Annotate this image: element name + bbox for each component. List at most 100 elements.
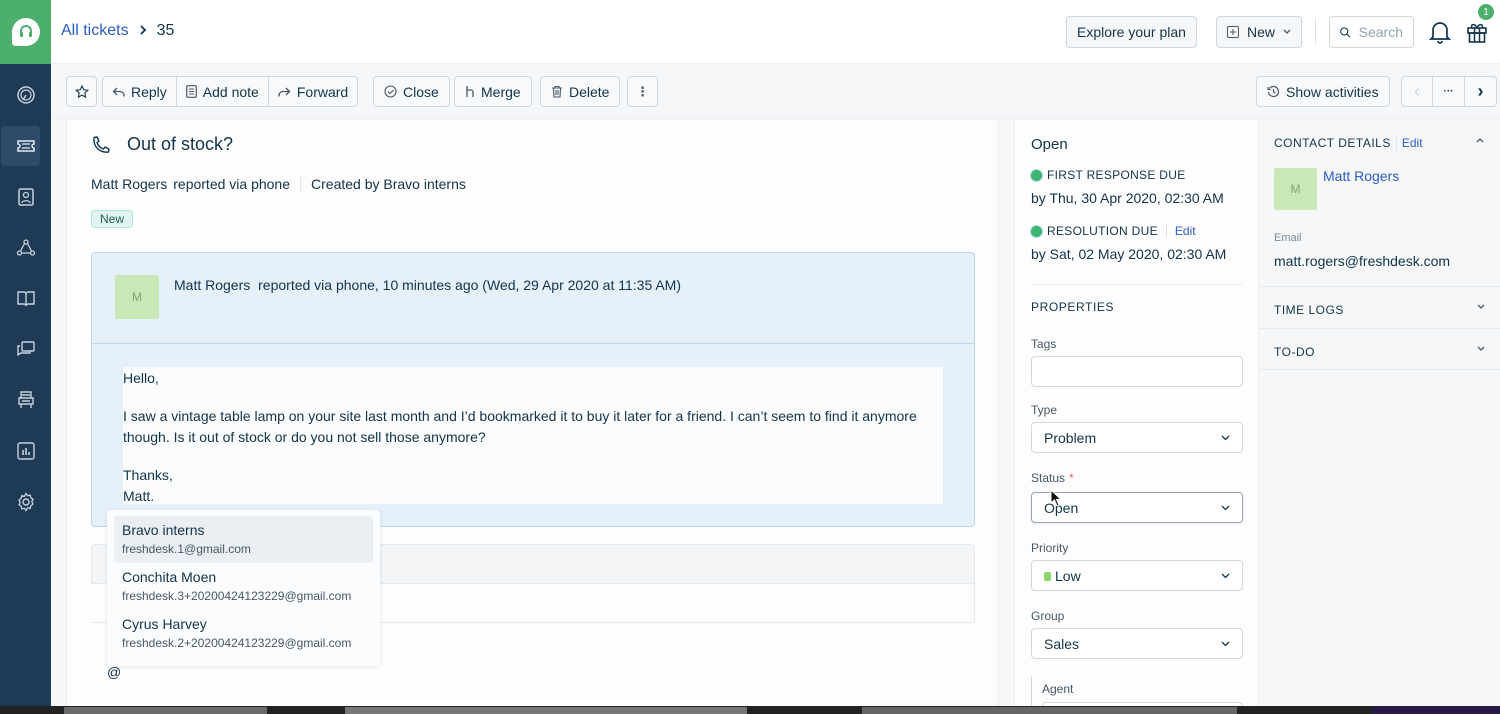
mention-option[interactable]: Conchita Moen freshdesk.3+20200424123229… (114, 563, 373, 610)
mention-suggestions-dropdown: Bravo interns freshdesk.1@gmail.com Conc… (107, 510, 380, 666)
type-value: Problem (1044, 429, 1097, 446)
close-label: Close (403, 83, 439, 100)
explore-plan-button[interactable]: Explore your plan (1066, 16, 1197, 48)
trash-icon (552, 85, 562, 98)
add-note-button[interactable]: Add note (177, 77, 269, 106)
mention-option[interactable]: Cyrus Harvey freshdesk.2+20200424123229@… (114, 610, 373, 657)
mention-option[interactable]: Bravo interns freshdesk.1@gmail.com (114, 516, 373, 563)
brand-logo[interactable] (0, 0, 51, 64)
chevron-down-icon (1221, 641, 1230, 646)
previous-ticket-button[interactable]: ‹ (1402, 77, 1433, 106)
taskbar-segment (64, 707, 267, 714)
type-label: Type (1031, 403, 1058, 417)
mention-option-name: Bravo interns (122, 522, 205, 538)
dashboard-icon (16, 86, 35, 104)
chevron-down-icon (1221, 505, 1230, 510)
requester-name[interactable]: Matt Rogers (91, 176, 167, 192)
social-icon (16, 239, 35, 256)
properties-panel: Open FIRST RESPONSE DUE by Thu, 30 Apr 2… (1014, 120, 1258, 714)
history-icon (1267, 86, 1280, 98)
breadcrumb-all-tickets-link[interactable]: All tickets (61, 22, 129, 40)
tags-input[interactable] (1031, 356, 1243, 387)
nav-forums[interactable] (0, 329, 51, 369)
nav-admin[interactable] (0, 380, 51, 420)
mention-option-name: Cyrus Harvey (122, 616, 207, 632)
gift-button[interactable] (1466, 20, 1488, 47)
priority-select[interactable]: Low (1031, 560, 1243, 591)
notifications-button[interactable] (1428, 20, 1452, 47)
first-response-sla: FIRST RESPONSE DUE (1031, 168, 1186, 182)
search-button[interactable]: Search (1329, 16, 1414, 48)
top-header: All tickets 35 Explore your plan New Sea… (51, 0, 1500, 64)
new-button[interactable]: New (1216, 16, 1303, 48)
contact-avatar: M (1274, 168, 1317, 210)
body-line: Thanks, (123, 467, 173, 483)
chevron-down-icon (1477, 302, 1485, 313)
settings-icon (17, 492, 34, 512)
reply-input[interactable]: @ (107, 664, 121, 680)
forward-button[interactable]: Forward (269, 77, 357, 106)
show-activities-button[interactable]: Show activities (1256, 76, 1390, 107)
search-icon (1340, 26, 1351, 37)
tags-label: Tags (1031, 337, 1057, 351)
note-icon (185, 85, 197, 98)
agent-label: Agent (1042, 682, 1074, 696)
reply-icon (112, 87, 125, 96)
time-logs-section[interactable]: TIME LOGS (1259, 286, 1500, 328)
nav-dashboard[interactable] (0, 75, 51, 115)
ticket-meta: Matt Rogers reported via phone Created b… (91, 176, 466, 192)
mouse-cursor-icon (1050, 488, 1063, 510)
resolution-edit-link[interactable]: Edit (1165, 224, 1196, 238)
next-ticket-button[interactable]: › (1465, 77, 1496, 106)
add-note-label: Add note (202, 83, 259, 100)
conversation-header: M Matt Rogers reported via phone, 10 min… (92, 253, 974, 344)
nav-reports[interactable] (0, 431, 51, 471)
nav-knowledge-base[interactable] (0, 279, 51, 319)
nav-tickets[interactable] (0, 126, 51, 166)
status-select[interactable]: Open (1031, 492, 1243, 523)
taskbar-segment (345, 707, 747, 714)
contact-edit-link[interactable]: Edit (1395, 136, 1423, 150)
ellipsis-icon: ··· (1443, 86, 1454, 97)
more-actions-button[interactable]: ⋮ (627, 76, 658, 107)
breadcrumb-ticket-id: 35 (156, 22, 175, 39)
bell-icon (1428, 22, 1452, 44)
first-response-label: FIRST RESPONSE DUE (1047, 168, 1186, 182)
delete-label: Delete (569, 83, 610, 100)
explore-plan-label: Explore your plan (1077, 24, 1186, 40)
ticket-list-button[interactable]: ··· (1433, 77, 1465, 106)
star-button[interactable] (66, 76, 97, 107)
type-select[interactable]: Problem (1031, 422, 1243, 453)
ticket-subject: Out of stock? (127, 134, 234, 154)
merge-button[interactable]: Merge (454, 76, 532, 107)
time-logs-title: TIME LOGS (1274, 303, 1344, 317)
nav-contacts[interactable] (0, 177, 51, 217)
resolution-date: by Sat, 02 May 2020, 02:30 AM (1031, 246, 1227, 262)
collapse-contact-button[interactable] (1476, 135, 1484, 146)
close-button[interactable]: Close (373, 76, 450, 107)
contact-name-link[interactable]: Matt Rogers (1323, 168, 1399, 184)
meta-divider (300, 176, 302, 192)
priority-value: Low (1055, 567, 1081, 584)
reply-label: Reply (131, 83, 167, 100)
merge-label: Merge (481, 83, 521, 100)
properties-heading: PROPERTIES (1031, 300, 1115, 314)
reply-button[interactable]: Reply (103, 77, 177, 106)
knowledge-base-icon (16, 291, 35, 307)
conversation-author[interactable]: Matt Rogers (174, 277, 250, 293)
chevron-up-icon (1476, 138, 1484, 143)
status-label: Status * (1031, 471, 1074, 485)
group-select[interactable]: Sales (1031, 628, 1243, 659)
header-divider (1315, 18, 1316, 44)
resolution-sla: RESOLUTION DUE Edit (1031, 224, 1196, 238)
ticket-source: reported via phone (173, 176, 291, 192)
more-vertical-icon: ⋮ (636, 83, 649, 99)
priority-label: Priority (1031, 541, 1069, 555)
delete-button[interactable]: Delete (540, 76, 621, 107)
nav-social[interactable] (0, 228, 51, 268)
mention-option-email: freshdesk.1@gmail.com (122, 542, 251, 556)
reply-action-group: Reply Add note Forward (102, 76, 359, 107)
priority-value-wrap: Low (1044, 568, 1081, 584)
todo-section[interactable]: TO-DO (1259, 328, 1500, 370)
nav-settings[interactable] (0, 482, 51, 522)
